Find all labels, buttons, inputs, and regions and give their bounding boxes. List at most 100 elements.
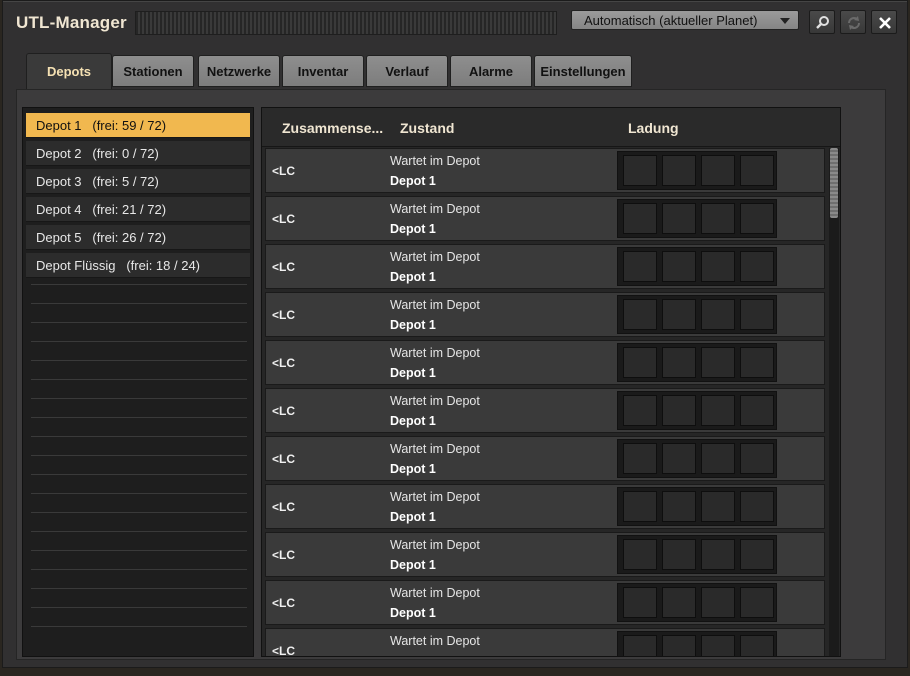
cargo-slot[interactable] bbox=[662, 395, 696, 426]
cargo-slot[interactable] bbox=[740, 251, 774, 282]
state-cell: Wartet im Depot bbox=[390, 154, 480, 168]
cargo-slot[interactable] bbox=[662, 491, 696, 522]
depot-list-item[interactable]: Depot 4 (frei: 21 / 72) bbox=[26, 197, 250, 222]
cargo-slot[interactable] bbox=[623, 203, 657, 234]
cargo-slot[interactable] bbox=[623, 587, 657, 618]
table-row[interactable]: <LC Wartet im Depot Depot 1 bbox=[265, 628, 825, 657]
depot-cell: Depot 1 bbox=[390, 462, 436, 476]
cargo-slot[interactable] bbox=[662, 203, 696, 234]
cargo-slot[interactable] bbox=[623, 251, 657, 282]
cargo-slot[interactable] bbox=[740, 155, 774, 186]
tab-einstellungen[interactable]: Einstellungen bbox=[534, 55, 632, 87]
table-row[interactable]: <LC Wartet im Depot Depot 1 bbox=[265, 148, 825, 193]
cargo-slot[interactable] bbox=[623, 491, 657, 522]
list-divider bbox=[31, 379, 247, 380]
cargo-slot[interactable] bbox=[740, 635, 774, 656]
depot-list-item[interactable]: Depot 2 (frei: 0 / 72) bbox=[26, 141, 250, 166]
depot-list-item[interactable]: Depot 3 (frei: 5 / 72) bbox=[26, 169, 250, 194]
vertical-scrollbar[interactable] bbox=[829, 148, 839, 656]
tab-depots[interactable]: Depots bbox=[26, 53, 112, 89]
cargo-slot[interactable] bbox=[662, 635, 696, 656]
table-row[interactable]: <LC Wartet im Depot Depot 1 bbox=[265, 388, 825, 433]
cargo-slot[interactable] bbox=[701, 299, 735, 330]
composition-cell: <LC bbox=[272, 596, 296, 610]
tab-netzwerke[interactable]: Netzwerke bbox=[198, 55, 280, 87]
planet-selector-dropdown[interactable]: Automatisch (aktueller Planet) bbox=[571, 10, 799, 30]
table-row[interactable]: <LC Wartet im Depot Depot 1 bbox=[265, 580, 825, 625]
cargo-slots bbox=[617, 439, 777, 478]
state-cell: Wartet im Depot bbox=[390, 442, 480, 456]
depot-list-item[interactable]: Depot 5 (frei: 26 / 72) bbox=[26, 225, 250, 250]
tab-verlauf[interactable]: Verlauf bbox=[366, 55, 448, 87]
cargo-slot[interactable] bbox=[701, 635, 735, 656]
cargo-slot[interactable] bbox=[623, 539, 657, 570]
state-cell: Wartet im Depot bbox=[390, 394, 480, 408]
cargo-slot[interactable] bbox=[740, 491, 774, 522]
cargo-slot[interactable] bbox=[740, 347, 774, 378]
depot-list-item[interactable]: Depot 1 (frei: 59 / 72) bbox=[26, 113, 250, 138]
list-divider bbox=[31, 303, 247, 304]
refresh-button[interactable] bbox=[840, 10, 866, 34]
depot-list[interactable]: Depot 1 (frei: 59 / 72) Depot 2 (frei: 0… bbox=[22, 107, 254, 657]
cargo-slot[interactable] bbox=[701, 587, 735, 618]
cargo-slots bbox=[617, 343, 777, 382]
cargo-slot[interactable] bbox=[740, 539, 774, 570]
cargo-slot[interactable] bbox=[623, 395, 657, 426]
cargo-slot[interactable] bbox=[662, 587, 696, 618]
drag-handle[interactable] bbox=[135, 11, 557, 35]
list-divider bbox=[31, 607, 247, 608]
cargo-slot[interactable] bbox=[701, 539, 735, 570]
cargo-slot[interactable] bbox=[662, 539, 696, 570]
cargo-slot[interactable] bbox=[662, 251, 696, 282]
close-button[interactable] bbox=[871, 10, 897, 34]
table-row[interactable]: <LC Wartet im Depot Depot 1 bbox=[265, 340, 825, 385]
tab-alarme[interactable]: Alarme bbox=[450, 55, 532, 87]
tab-stationen[interactable]: Stationen bbox=[112, 55, 194, 87]
header-cargo[interactable]: Ladung bbox=[628, 120, 679, 136]
close-icon bbox=[879, 17, 891, 29]
cargo-slot[interactable] bbox=[623, 347, 657, 378]
header-composition[interactable]: Zusammense... bbox=[282, 120, 383, 136]
cargo-slot[interactable] bbox=[701, 203, 735, 234]
cargo-slot[interactable] bbox=[662, 299, 696, 330]
cargo-slot[interactable] bbox=[740, 443, 774, 474]
list-divider bbox=[31, 493, 247, 494]
cargo-slot[interactable] bbox=[623, 635, 657, 656]
depot-cell: Depot 1 bbox=[390, 606, 436, 620]
cargo-slot[interactable] bbox=[623, 299, 657, 330]
search-button[interactable] bbox=[809, 10, 835, 34]
cargo-slot[interactable] bbox=[623, 155, 657, 186]
header-state[interactable]: Zustand bbox=[400, 120, 454, 136]
composition-cell: <LC bbox=[272, 644, 296, 657]
depot-cell: Depot 1 bbox=[390, 222, 436, 236]
cargo-slot[interactable] bbox=[740, 203, 774, 234]
cargo-slot[interactable] bbox=[740, 299, 774, 330]
table-row[interactable]: <LC Wartet im Depot Depot 1 bbox=[265, 196, 825, 241]
table-row[interactable]: <LC Wartet im Depot Depot 1 bbox=[265, 436, 825, 481]
cargo-slot[interactable] bbox=[662, 443, 696, 474]
state-cell: Wartet im Depot bbox=[390, 538, 480, 552]
table-row[interactable]: <LC Wartet im Depot Depot 1 bbox=[265, 244, 825, 289]
cargo-slot[interactable] bbox=[701, 251, 735, 282]
chevron-down-icon bbox=[780, 18, 790, 24]
cargo-slot[interactable] bbox=[701, 491, 735, 522]
title-bar[interactable]: UTL-Manager Automatisch (aktueller Plane… bbox=[3, 1, 907, 45]
cargo-slot[interactable] bbox=[701, 347, 735, 378]
cargo-slot[interactable] bbox=[701, 155, 735, 186]
cargo-slot[interactable] bbox=[701, 443, 735, 474]
table-row[interactable]: <LC Wartet im Depot Depot 1 bbox=[265, 532, 825, 577]
scrollbar-thumb[interactable] bbox=[830, 148, 838, 218]
cargo-slot[interactable] bbox=[662, 155, 696, 186]
cargo-slot[interactable] bbox=[740, 587, 774, 618]
cargo-slot[interactable] bbox=[623, 443, 657, 474]
cargo-slots bbox=[617, 535, 777, 574]
cargo-slots bbox=[617, 583, 777, 622]
cargo-slot[interactable] bbox=[662, 347, 696, 378]
tab-inventar[interactable]: Inventar bbox=[282, 55, 364, 87]
planet-selector-value: Automatisch (aktueller Planet) bbox=[584, 13, 758, 28]
cargo-slot[interactable] bbox=[701, 395, 735, 426]
table-row[interactable]: <LC Wartet im Depot Depot 1 bbox=[265, 292, 825, 337]
depot-list-item[interactable]: Depot Flüssig (frei: 18 / 24) bbox=[26, 253, 250, 278]
table-row[interactable]: <LC Wartet im Depot Depot 1 bbox=[265, 484, 825, 529]
cargo-slot[interactable] bbox=[740, 395, 774, 426]
